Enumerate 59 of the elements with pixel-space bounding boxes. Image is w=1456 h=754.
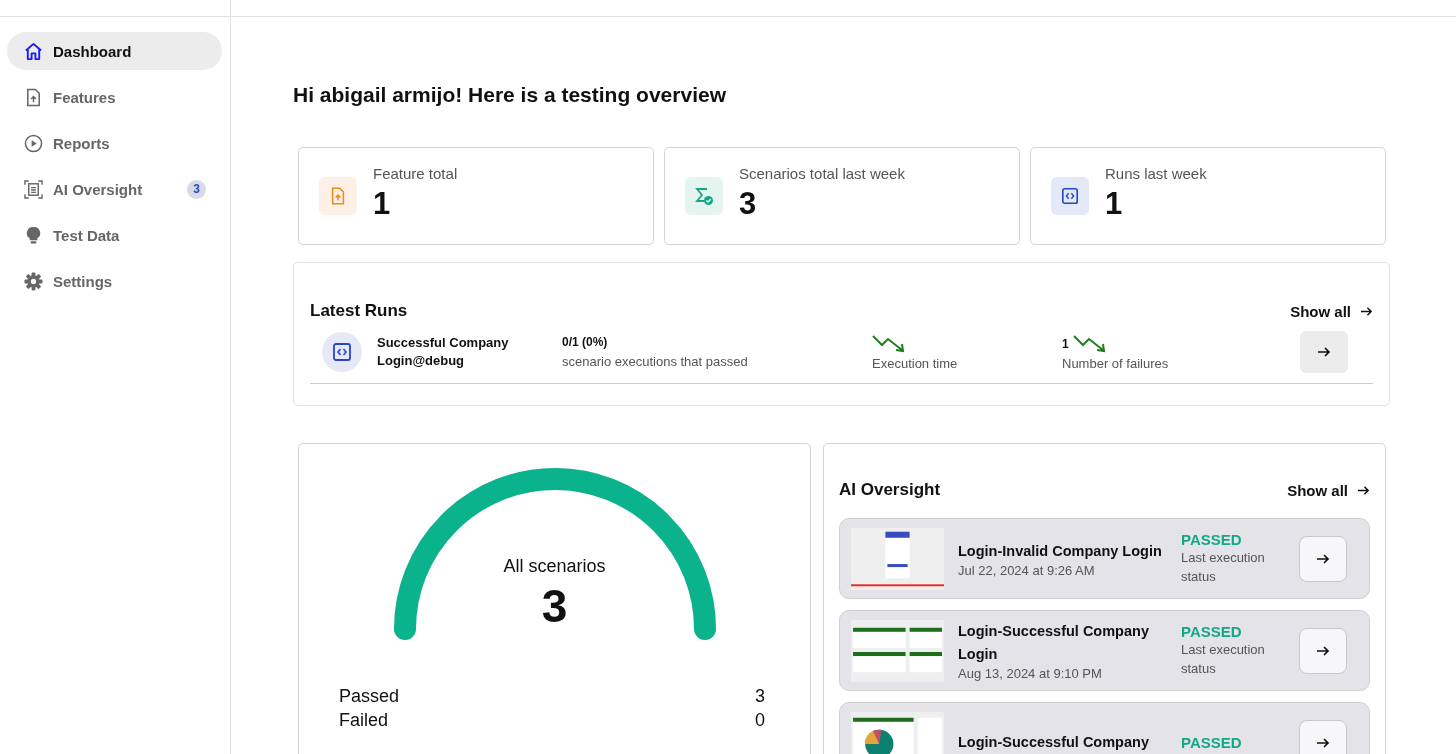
failure-count: 1 (1062, 336, 1069, 351)
sidebar-item[interactable]: Features (7, 78, 222, 116)
file-upload-icon (319, 177, 357, 215)
stat-value: 3 (739, 188, 758, 219)
item-date: Jul 22, 2024 at 9:26 AM (958, 562, 1096, 578)
sidebar-item[interactable]: Test Data (7, 216, 222, 254)
metric-label: scenario executions that passed (562, 354, 749, 369)
metric-label: Number of failures (1062, 355, 1170, 371)
oversight-item[interactable]: Login-Successful Company PASSED (839, 702, 1370, 754)
legend-value: 3 (755, 685, 765, 708)
sigma-check-icon (685, 177, 723, 215)
legend-label: Passed (339, 685, 400, 708)
legend-label: Failed (339, 709, 389, 732)
sidebar-item[interactable]: AI Oversight 3 (7, 170, 222, 208)
home-icon (24, 41, 43, 61)
item-title: Login-Successful Company Login (958, 622, 1150, 664)
settings-icon (24, 271, 43, 291)
count-badge: 3 (187, 179, 206, 199)
sidebar-item[interactable]: Dashboard (7, 32, 222, 70)
pass-ratio: 0/1 (0%) (562, 335, 609, 349)
status-label: PASSED (1181, 531, 1243, 548)
arrow-right-icon (1316, 735, 1330, 750)
code-icon (1051, 177, 1089, 215)
run-name: Successful Company Login@debug (377, 334, 510, 370)
gauge-value: 3 (541, 583, 568, 629)
stat-value: 1 (373, 188, 392, 219)
section-title: AI Oversight (839, 480, 941, 500)
arrow-right-icon (1316, 643, 1330, 658)
status-caption: Last execution status (1181, 549, 1266, 586)
metric-label: Execution time (872, 355, 959, 371)
status-label: PASSED (1181, 623, 1243, 640)
open-button[interactable] (1299, 719, 1347, 754)
open-button[interactable] (1300, 331, 1348, 373)
section-title: Latest Runs (310, 301, 408, 321)
status-caption: Last execution status (1181, 641, 1266, 678)
gauge-label: All scenarios (503, 556, 606, 577)
item-title: Login-Invalid Company Login (958, 541, 1163, 561)
stat-label: Feature total (373, 165, 458, 182)
status-label: PASSED (1181, 734, 1243, 751)
arrow-right-icon (1317, 345, 1331, 359)
oversight-item[interactable]: Login-Successful Company Login Aug 13, 2024 at 9:10 PM PASSED Last execution status (839, 610, 1370, 691)
document-scan-icon (24, 179, 43, 199)
item-date: Aug 13, 2024 at 9:10 PM (958, 666, 1103, 681)
sidebar-item[interactable]: Settings (7, 262, 222, 300)
stat-value: 1 (1105, 188, 1124, 219)
play-circle-icon (24, 133, 43, 153)
stat-label: Scenarios total last week (739, 165, 905, 182)
show-all-link[interactable]: Show all (1287, 481, 1370, 499)
sidebar-item[interactable]: Reports (7, 124, 222, 162)
file-upload-icon (24, 87, 43, 107)
arrow-right-icon (1316, 551, 1330, 566)
stat-label: Runs last week (1105, 165, 1207, 182)
lightbulb-icon (24, 225, 43, 245)
show-all-link[interactable]: Show all (1290, 302, 1373, 320)
legend-value: 0 (755, 709, 765, 732)
code-icon (322, 332, 362, 372)
greeting-heading: Hi abigail armijo! Here is a testing overview (293, 83, 727, 107)
item-title: Login-Successful Company (958, 733, 1150, 752)
oversight-item[interactable]: Login-Invalid Company Login Jul 22, 2024 at 9:26 AM PASSED Last execution status (839, 518, 1370, 599)
